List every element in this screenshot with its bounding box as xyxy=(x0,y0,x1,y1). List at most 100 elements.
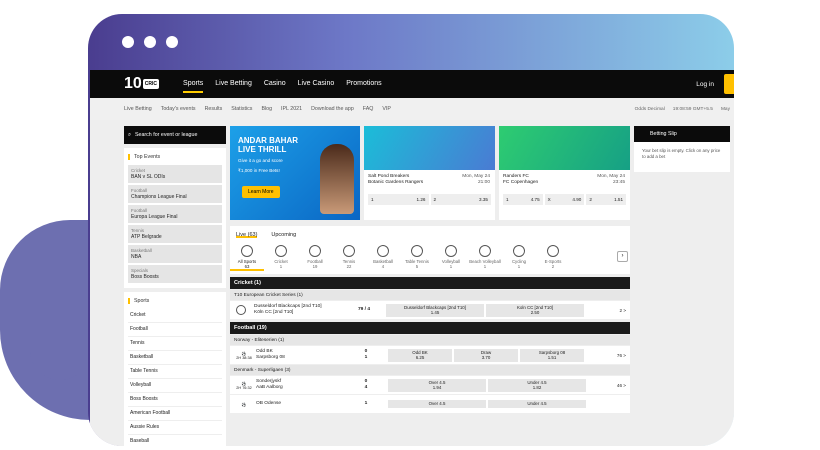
odds-cell[interactable]: Over 4.5 1.94 xyxy=(388,378,486,392)
filter-table-tennis[interactable]: Table Tennis 5 xyxy=(400,245,434,269)
team-name: Sarpsborg 08 xyxy=(256,355,285,360)
nav-live-betting[interactable]: Live Betting xyxy=(215,76,252,93)
sport-link-boss-boosts[interactable]: Boss Boosts xyxy=(128,393,222,407)
learn-more-button[interactable]: Learn More xyxy=(242,186,280,198)
more-markets-link[interactable]: 76 > xyxy=(617,353,626,358)
nav-casino[interactable]: Casino xyxy=(264,76,286,93)
logo[interactable]: 10 CRIC xyxy=(124,76,160,92)
odds-cell[interactable]: Koln CC [2nd T10] 2.50 xyxy=(486,303,584,317)
bet-slip-title[interactable]: Betting Slip xyxy=(634,126,730,142)
search-icon: ⌕ xyxy=(128,131,131,138)
subnav-live-betting[interactable]: Live Betting xyxy=(124,106,152,112)
odds-cell[interactable]: Under 4.5 1.82 xyxy=(488,378,586,392)
filter-count: 63 xyxy=(244,264,250,269)
login-button[interactable]: Log in xyxy=(696,81,714,88)
sport-link-table-tennis[interactable]: Table Tennis xyxy=(128,365,222,379)
filter-basketball[interactable]: Basketball 4 xyxy=(366,245,400,269)
odds-cell[interactable]: Draw 3.70 xyxy=(454,348,518,362)
odds-cell[interactable]: Sarpsborg 08 1.51 xyxy=(520,348,584,362)
search-box[interactable]: ⌕ Search for event or league xyxy=(124,126,226,144)
filter-all-sports[interactable]: All Sports 63 xyxy=(230,245,264,271)
join-button[interactable] xyxy=(724,74,734,94)
top-event-item[interactable]: Football Europa League Final xyxy=(128,205,222,223)
top-event-item[interactable]: Specials Boss Boosts xyxy=(128,265,222,283)
more-markets-link[interactable]: 2 > xyxy=(619,308,626,313)
subnav-todays-events[interactable]: Today's events xyxy=(161,106,196,112)
odds-cell[interactable]: Under 4.5 xyxy=(488,400,586,408)
event-row[interactable]: ⚽ 2H 38:38 Odd BK Sarpsborg 08 01 Odd BK 6.… xyxy=(230,346,630,364)
filter-volleyball[interactable]: Volleyball 1 xyxy=(434,245,468,269)
left-sidebar: ⌕ Search for event or league Top Events … xyxy=(124,126,226,446)
top-event-item[interactable]: Tennis ATP Belgrade xyxy=(128,225,222,243)
sport-link-baseball[interactable]: Baseball xyxy=(128,435,222,446)
subnav-results[interactable]: Results xyxy=(205,106,223,112)
filter-tennis[interactable]: Tennis 22 xyxy=(332,245,366,269)
nav-sports[interactable]: Sports xyxy=(183,76,204,93)
event-row[interactable]: ⚽ OB Odense 1 Over 4.5 Under 4.5 xyxy=(230,395,630,413)
odds-value: 6.25 xyxy=(415,355,425,360)
tab-live[interactable]: Live (63) xyxy=(236,232,258,238)
top-event-item[interactable]: Football Champions League Final xyxy=(128,185,222,203)
filter-beach-volleyball[interactable]: Beach Volleyball 1 xyxy=(468,245,502,269)
chevron-right-icon[interactable]: › xyxy=(617,251,628,262)
league-header[interactable]: T10 European Cricket Series (1) xyxy=(230,290,630,300)
subnav-ipl[interactable]: IPL 2021 xyxy=(281,106,302,112)
odds-button[interactable]: 2 3.35 xyxy=(430,194,491,205)
odds-cells: Odd BK 6.25 Draw 3.70 Sarpsborg 08 1.51 xyxy=(388,348,584,362)
odds-cell[interactable]: Over 4.5 xyxy=(388,400,486,408)
sport-link-volleyball[interactable]: Volleyball xyxy=(128,379,222,393)
odds-button[interactable]: 1 1.26 xyxy=(368,194,429,205)
event-teams: Sonderjyskf AaB Aalborg xyxy=(256,379,356,391)
subnav-blog[interactable]: Blog xyxy=(261,106,272,112)
promo-banner[interactable]: ANDAR BAHAR LIVE THRILL Give it a go and… xyxy=(230,126,360,220)
more-markets-link[interactable]: 46 > xyxy=(617,383,626,388)
top-event-item[interactable]: Cricket BAN v SL ODIs xyxy=(128,165,222,183)
subnav-statistics[interactable]: Statistics xyxy=(231,106,252,112)
filter-esports[interactable]: E-Sports 2 xyxy=(536,245,570,269)
odds-button[interactable]: 1 4.75 xyxy=(503,194,543,205)
event-row[interactable]: Dusseldorf Blackcaps [2nd T10] Köln CC [2… xyxy=(230,301,630,319)
odds-button[interactable]: 2 1.51 xyxy=(586,194,627,205)
sport-link-tennis[interactable]: Tennis xyxy=(128,337,222,351)
promo-image xyxy=(320,144,354,214)
search-placeholder: Search for event or league xyxy=(134,132,198,138)
event-category: Football xyxy=(131,208,148,213)
odds-label: 1 xyxy=(506,197,509,202)
filter-cricket[interactable]: Cricket 1 xyxy=(264,245,298,269)
sport-link-cricket[interactable]: Cricket xyxy=(128,309,222,323)
nav-live-casino[interactable]: Live Casino xyxy=(298,76,335,93)
filter-count: 1 xyxy=(449,264,453,269)
nav-promotions[interactable]: Promotions xyxy=(346,76,381,93)
section-header-football[interactable]: Football (19) xyxy=(230,322,630,334)
banner-row: ANDAR BAHAR LIVE THRILL Give it a go and… xyxy=(230,126,630,220)
sport-link-football[interactable]: Football xyxy=(128,323,222,337)
league-header[interactable]: Denmark - Superligaen (3) xyxy=(230,365,630,375)
section-header-cricket[interactable]: Cricket (1) xyxy=(230,277,630,289)
top-event-item[interactable]: Basketball NBA xyxy=(128,245,222,263)
sport-link-basketball[interactable]: Basketball xyxy=(128,351,222,365)
match-banner[interactable]: Salt Pond Breakers Botanic Gardens Range… xyxy=(364,126,495,220)
odds-value: 3.35 xyxy=(479,197,488,202)
odds-button[interactable]: X 4.90 xyxy=(544,194,585,205)
odds-value: 1.51 xyxy=(614,197,624,202)
filter-football[interactable]: Football 19 xyxy=(298,245,332,269)
subnav-faq[interactable]: FAQ xyxy=(363,106,374,112)
filter-cycling[interactable]: Cycling 1 xyxy=(502,245,536,269)
event-score: 04 xyxy=(356,379,376,391)
odds-label: X xyxy=(547,197,551,202)
event-score: 79 / 4 xyxy=(357,307,370,312)
sport-link-american-football[interactable]: American Football xyxy=(128,407,222,421)
sport-link-aussie-rules[interactable]: Aussie Rules xyxy=(128,421,222,435)
event-row[interactable]: ⚽ 2H 76:32 Sonderjyskf AaB Aalborg 04 Over… xyxy=(230,376,630,394)
league-header[interactable]: Norway - Eliteserien (1) xyxy=(230,335,630,345)
tab-upcoming[interactable]: Upcoming xyxy=(271,232,296,238)
subnav-download-app[interactable]: Download the app xyxy=(311,106,354,112)
event-category: Tennis xyxy=(131,228,145,233)
odds-cell[interactable]: Odd BK 6.25 xyxy=(388,348,452,362)
odds-format-select[interactable]: Odds Decimal xyxy=(635,107,665,112)
match-banner[interactable]: Randers FC FC Copenhagen Mon, May 24 23:4… xyxy=(499,126,630,220)
team-name: AaB Aalborg xyxy=(256,385,283,390)
bet-slip-empty-text: Your bet slip is empty. Click on any pri… xyxy=(634,142,730,172)
subnav-vip[interactable]: VIP xyxy=(382,106,391,112)
odds-cell[interactable]: Dusseldorf Blackcaps [2nd T10] 1.45 xyxy=(386,303,484,317)
